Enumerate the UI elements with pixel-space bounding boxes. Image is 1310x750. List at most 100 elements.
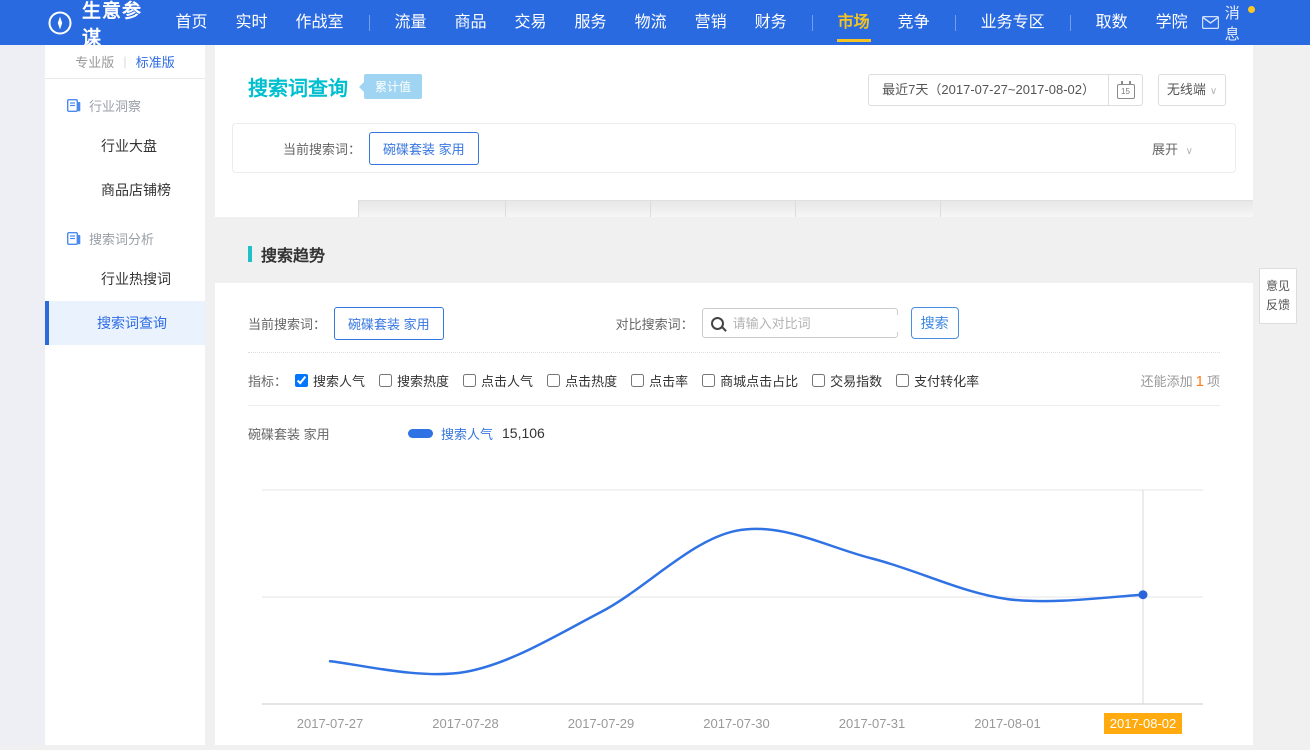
x-axis-label: 2017-07-27 — [297, 716, 364, 731]
nav-item[interactable]: 实时 — [221, 0, 281, 45]
version-tab-standard[interactable]: 标准版 — [136, 52, 175, 71]
section-title-bar — [248, 246, 252, 262]
legend-metric-name: 搜索人气 — [441, 424, 493, 443]
metric-checkbox[interactable] — [812, 374, 825, 387]
x-axis-label-highlighted: 2017-08-02 — [1110, 716, 1177, 731]
nav-item[interactable]: 服务 — [561, 0, 621, 45]
notification-dot — [1248, 6, 1255, 13]
main-content: 搜索词查询 累计值 最近7天（2017-07-27~2017-08-02） 15… — [215, 45, 1253, 745]
x-axis-label: 2017-07-28 — [432, 716, 499, 731]
nav-item[interactable]: 营销 — [681, 0, 741, 45]
metric-label: 支付转化率 — [914, 371, 979, 390]
metric-checkbox[interactable] — [896, 374, 909, 387]
metric-label: 搜索人气 — [313, 371, 365, 390]
nav-item[interactable]: 流量 — [381, 0, 441, 45]
sidebar-item[interactable]: 商品店铺榜 — [45, 168, 205, 212]
metric-checkbox[interactable] — [295, 374, 308, 387]
metric-checkbox[interactable] — [547, 374, 560, 387]
trend-chart: 2017-07-272017-07-282017-07-292017-07-30… — [215, 480, 1253, 745]
metric-checkbox-item[interactable]: 交易指数 — [812, 371, 882, 390]
metric-tab-strip — [215, 200, 1253, 217]
nav-item[interactable]: 交易 — [501, 0, 561, 45]
metric-label: 交易指数 — [830, 371, 882, 390]
page-header-card: 搜索词查询 累计值 最近7天（2017-07-27~2017-08-02） 15… — [215, 45, 1253, 200]
chevron-down-icon: ∨ — [1210, 86, 1217, 97]
sidebar-item[interactable]: 行业大盘 — [45, 124, 205, 168]
metric-checkbox-item[interactable]: 点击率 — [631, 371, 688, 390]
nav-item[interactable]: 作战室 — [281, 0, 357, 45]
nav-divider — [812, 15, 813, 31]
nav-divider — [369, 15, 370, 31]
nav-item[interactable]: 商品 — [441, 0, 501, 45]
chart-legend: 碗碟套装 家用 搜索人气 15,106 — [248, 420, 545, 446]
metric-label: 点击率 — [649, 371, 688, 390]
current-term-tag[interactable]: 碗碟套装 家用 — [369, 132, 479, 165]
metric-checkbox[interactable] — [379, 374, 392, 387]
x-axis-label: 2017-07-29 — [568, 716, 635, 731]
sidebar-section-header: 搜索词分析 — [45, 212, 205, 257]
nav-item[interactable]: 业务专区 — [967, 0, 1059, 45]
sidebar-item[interactable]: 搜索词查询 — [45, 301, 205, 345]
tab-segment[interactable] — [505, 200, 650, 217]
chevron-down-icon: ∨ — [1186, 146, 1193, 157]
terminal-dropdown[interactable]: 无线端 ∨ — [1158, 74, 1226, 106]
line-chart-svg: 2017-07-272017-07-282017-07-292017-07-30… — [215, 480, 1253, 745]
add-more-hint: 还能添加1项 — [1141, 371, 1220, 390]
metric-checkbox-item[interactable]: 支付转化率 — [896, 371, 979, 390]
sidebar-section-header: 行业洞察 — [45, 79, 205, 124]
x-axis-label: 2017-07-31 — [839, 716, 906, 731]
tab-segment[interactable] — [650, 200, 795, 217]
nav-menu: 首页实时作战室流量商品交易服务物流营销财务市场竞争业务专区取数学院 — [161, 0, 1201, 45]
metric-checkbox-item[interactable]: 搜索热度 — [379, 371, 449, 390]
metric-checkbox-item[interactable]: 商城点击占比 — [702, 371, 798, 390]
sidebar-item[interactable]: 行业热搜词 — [45, 257, 205, 301]
current-term-label: 当前搜索词： — [283, 139, 361, 158]
metric-checkbox-item[interactable]: 搜索人气 — [295, 371, 365, 390]
metric-checkbox-item[interactable]: 点击人气 — [463, 371, 533, 390]
page-title: 搜索词查询 — [248, 72, 348, 101]
version-tab-pro[interactable]: 专业版 — [75, 52, 114, 71]
sidebar-section-label: 搜索词分析 — [89, 229, 154, 248]
date-range-text[interactable]: 最近7天（2017-07-27~2017-08-02） — [868, 74, 1109, 106]
metric-checkbox[interactable] — [631, 374, 644, 387]
trend-line — [330, 529, 1143, 674]
tab-segment[interactable] — [940, 200, 1253, 217]
nav-item[interactable]: 竞争 — [884, 0, 944, 45]
metrics-label: 指标： — [248, 371, 287, 390]
divider — [248, 405, 1220, 406]
expand-toggle[interactable]: 展开 ∨ — [1152, 139, 1193, 158]
report-icon — [67, 232, 81, 245]
nav-item[interactable]: 财务 — [741, 0, 801, 45]
date-range-picker[interactable]: 最近7天（2017-07-27~2017-08-02） 15 — [868, 74, 1143, 106]
nav-item[interactable]: 市场 — [824, 0, 884, 45]
tab-segment[interactable] — [358, 200, 505, 217]
current-term-label: 当前搜索词： — [248, 314, 326, 333]
search-button[interactable]: 搜索 — [911, 307, 959, 339]
terminal-label: 无线端 — [1167, 82, 1206, 97]
tab-segment[interactable] — [795, 200, 940, 217]
metric-checkbox[interactable] — [463, 374, 476, 387]
tab-segment[interactable] — [215, 200, 358, 217]
messages-label: 消息 — [1225, 2, 1248, 44]
feedback-button[interactable]: 意见 反馈 — [1259, 268, 1297, 324]
sidebar: 专业版 | 标准版 行业洞察行业大盘商品店铺榜搜索词分析行业热搜词搜索词查询 — [45, 45, 205, 745]
sidebar-section-label: 行业洞察 — [89, 96, 141, 115]
brand[interactable]: 生意参谋 — [47, 0, 147, 50]
messages-button[interactable]: 消息 — [1202, 2, 1248, 44]
series-color-pill — [408, 429, 433, 438]
metric-checkbox[interactable] — [702, 374, 715, 387]
nav-item[interactable]: 首页 — [161, 0, 221, 45]
compare-search-box — [702, 308, 898, 338]
brand-name: 生意参谋 — [82, 0, 147, 50]
compare-term-input[interactable] — [731, 315, 911, 332]
calendar-button[interactable]: 15 — [1109, 74, 1143, 106]
report-icon — [67, 99, 81, 112]
calendar-icon: 15 — [1117, 84, 1135, 99]
nav-divider — [955, 15, 956, 31]
metric-checkbox-item[interactable]: 点击热度 — [547, 371, 617, 390]
metric-label: 商城点击占比 — [720, 371, 798, 390]
nav-item[interactable]: 学院 — [1142, 0, 1202, 45]
nav-item[interactable]: 取数 — [1082, 0, 1142, 45]
current-term-tag[interactable]: 碗碟套装 家用 — [334, 307, 444, 340]
nav-item[interactable]: 物流 — [621, 0, 681, 45]
